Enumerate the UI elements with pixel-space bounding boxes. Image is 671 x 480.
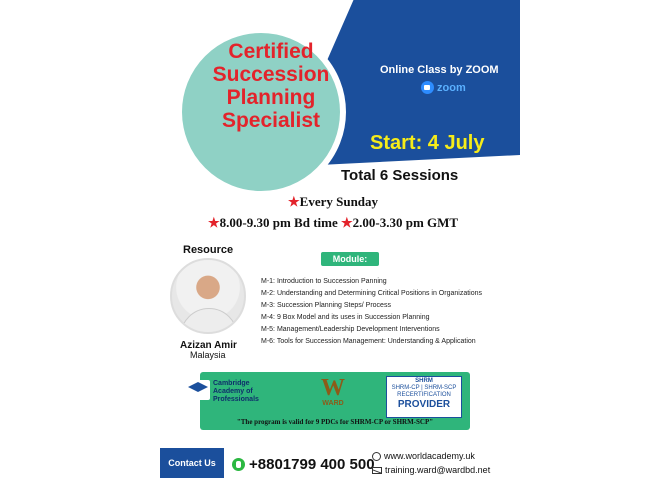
zoom-logo: zoom [421, 81, 466, 94]
cap-line: Cambridge [213, 380, 250, 387]
shrm-top: SHRM [415, 378, 433, 384]
start-date: Start: 4 July [370, 132, 485, 154]
resource-label: Resource [183, 244, 234, 256]
module-item: M-2: Understanding and Determining Criti… [261, 290, 482, 297]
star-icon: ★ [208, 215, 220, 230]
module-item: M-1: Introduction to Succession Panning [261, 278, 387, 285]
online-class-label: Online Class by ZOOM [380, 64, 499, 76]
email-contact[interactable]: training.ward@wardbd.net [372, 465, 490, 475]
title-line: Specialist [221, 109, 321, 132]
zoom-icon [421, 81, 434, 94]
title-line: Planning [226, 86, 316, 109]
speaker-photo [170, 258, 246, 334]
poster: Certified Succession Planning Specialist… [158, 0, 520, 480]
globe-icon [372, 451, 381, 461]
shrm-recert: RECERTIFICATION [397, 392, 451, 398]
ward-mark: W [321, 375, 345, 401]
module-item: M-5: Management/Leadership Development I… [261, 326, 440, 333]
module-item: M-3: Succession Planning Steps/ Process [261, 302, 391, 309]
title-line: Certified [228, 40, 314, 63]
ward-logo: W WARD [314, 376, 352, 414]
cap-line: Professionals [213, 396, 259, 403]
schedule-bd-text: 8.00-9.30 pm Bd time [219, 215, 338, 230]
website-contact[interactable]: www.worldacademy.uk [372, 451, 475, 461]
course-title: Certified Succession Planning Specialist [186, 40, 356, 132]
total-sessions: Total 6 Sessions [341, 167, 459, 184]
cap-line: Academy of [213, 388, 253, 395]
whatsapp-icon [232, 458, 245, 471]
title-line: Succession [212, 63, 330, 86]
speaker-country: Malaysia [190, 350, 226, 360]
website-url: www.worldacademy.uk [384, 451, 475, 461]
module-item: M-4: 9 Box Model and its uses in Success… [261, 314, 430, 321]
cap-logo: Cambridge Academy of Professionals [186, 376, 260, 414]
zoom-label: zoom [437, 81, 466, 94]
schedule-day: ★Every Sunday [288, 194, 378, 210]
module-list: M-1: Introduction to Succession Panning … [261, 276, 517, 348]
shrm-badge: SHRM SHRM-CP | SHRM-SCP RECERTIFICATION … [386, 376, 462, 418]
shrm-provider: PROVIDER [397, 399, 451, 410]
phone-contact[interactable]: +8801799 400 500 [232, 456, 375, 473]
contact-us-button[interactable]: Contact Us [160, 448, 224, 478]
star-icon: ★ [341, 215, 353, 230]
schedule-bd: ★8.00-9.30 pm Bd time [208, 215, 338, 231]
ward-name: WARD [322, 400, 344, 407]
module-label: Module: [321, 252, 379, 266]
graduation-cap-icon [186, 380, 210, 400]
schedule-day-text: Every Sunday [299, 194, 379, 209]
email-address: training.ward@wardbd.net [385, 465, 491, 475]
cap-name: Cambridge Academy of Professionals [213, 380, 259, 404]
shrm-sub: SHRM-CP | SHRM-SCP [391, 385, 457, 391]
schedule-gmt: ★2.00-3.30 pm GMT [341, 215, 458, 231]
module-item: M-6: Tools for Succession Management: Un… [261, 338, 476, 345]
pdc-note: "The program is valid for 9 PDCs for SHR… [236, 418, 434, 426]
mail-icon [372, 466, 382, 474]
star-icon: ★ [288, 194, 300, 209]
phone-number: +8801799 400 500 [249, 456, 375, 473]
schedule-gmt-text: 2.00-3.30 pm GMT [352, 215, 459, 230]
